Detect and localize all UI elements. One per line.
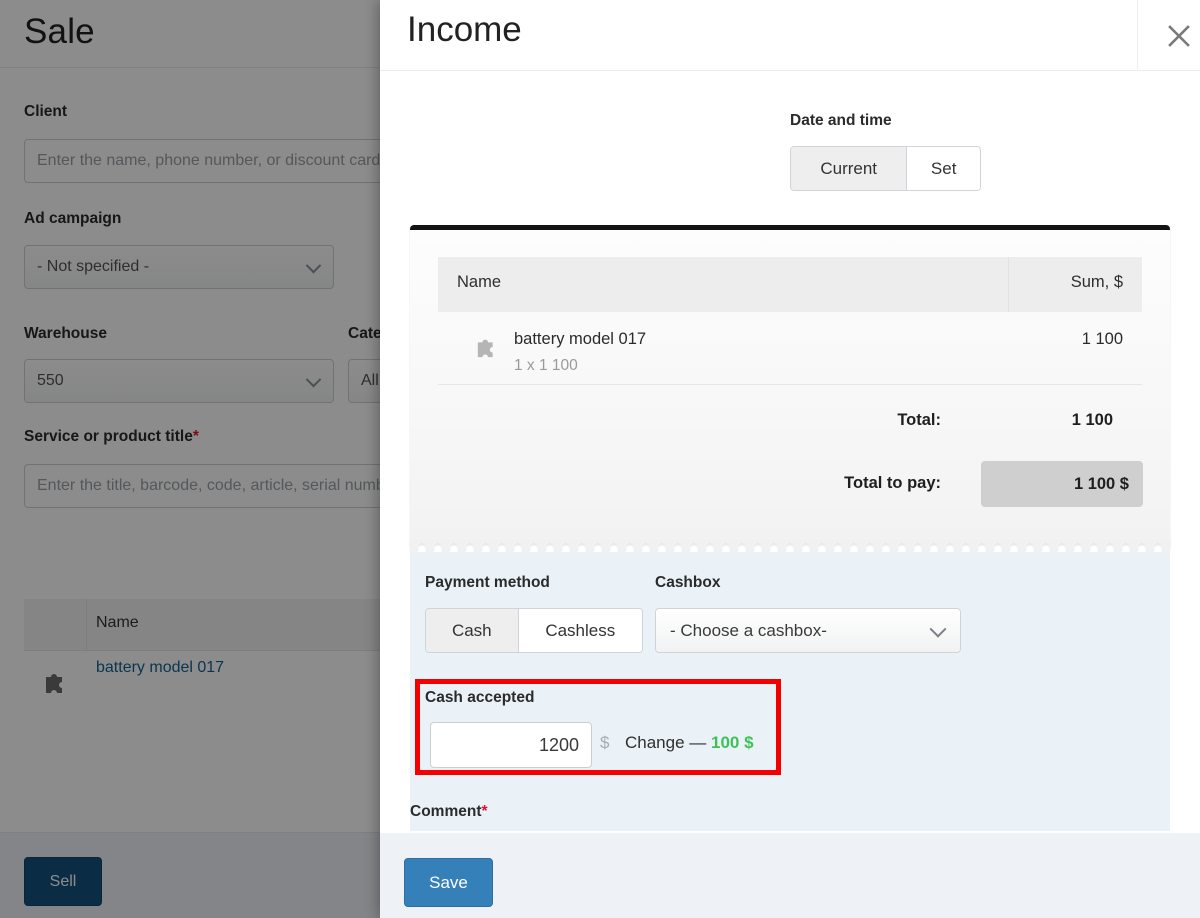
payment-method-option-cash[interactable]: Cash: [426, 609, 518, 652]
receipt-item-title: battery model 017: [514, 330, 647, 348]
receipt-total-value: 1 100: [1071, 411, 1113, 429]
payment-method-toggle[interactable]: Cash Cashless: [425, 608, 643, 653]
income-modal: Income Date and time Current Set Name Su…: [380, 0, 1200, 918]
close-icon: [1165, 22, 1193, 50]
save-button[interactable]: Save: [404, 858, 493, 907]
payment-method-option-cashless[interactable]: Cashless: [517, 609, 642, 652]
receipt-col-name: Name: [457, 273, 502, 291]
receipt-total-to-pay-value: 1 100 $: [981, 461, 1143, 507]
date-time-option-current[interactable]: Current: [791, 147, 907, 190]
date-time-option-set[interactable]: Set: [906, 147, 980, 190]
cashbox-value: - Choose a cashbox-: [670, 620, 827, 640]
modal-header: Income: [380, 0, 1200, 71]
change-amount: Change — 100 $: [625, 733, 754, 753]
receipt-item-row: battery model 017 1 x 1 100 1 100: [438, 312, 1142, 385]
modal-backdrop[interactable]: [0, 0, 380, 918]
modal-footer: Save: [380, 833, 1200, 918]
receipt-col-sum: Sum, $: [1070, 273, 1123, 291]
cash-accepted-input[interactable]: 1200: [430, 722, 592, 768]
receipt-table-header: Name Sum, $: [438, 257, 1142, 312]
date-time-toggle[interactable]: Current Set: [790, 146, 981, 191]
column-separator: [1008, 257, 1009, 312]
currency-symbol: $: [600, 733, 610, 752]
payment-method-label: Payment method: [425, 574, 550, 591]
modal-title: Income: [407, 10, 522, 49]
change-value: 100 $: [711, 733, 754, 752]
header-divider: [1137, 0, 1138, 71]
cashbox-label: Cashbox: [655, 574, 721, 591]
close-button[interactable]: [1158, 0, 1200, 71]
puzzle-piece-icon: [476, 335, 500, 364]
receipt-total-label: Total:: [897, 411, 941, 429]
receipt-item-qty: 1 x 1 100: [514, 357, 578, 374]
chevron-down-icon: [929, 620, 947, 638]
comment-label: Comment*: [410, 803, 488, 820]
cashbox-select[interactable]: - Choose a cashbox-: [655, 608, 961, 653]
change-prefix: Change —: [625, 733, 711, 752]
date-time-label: Date and time: [790, 112, 892, 129]
receipt-total-to-pay-label: Total to pay:: [844, 474, 941, 492]
required-asterisk: *: [481, 803, 488, 820]
receipt-torn-edge: [410, 541, 1170, 552]
receipt-item-sum: 1 100: [1081, 330, 1123, 348]
